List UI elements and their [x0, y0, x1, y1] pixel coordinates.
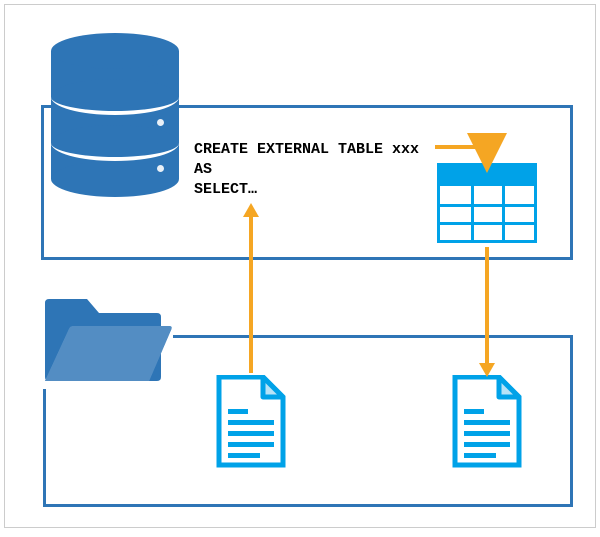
diagram-canvas: CREATE EXTERNAL TABLE xxx AS SELECT…	[4, 4, 596, 528]
arrow-source-to-sql	[5, 5, 600, 537]
